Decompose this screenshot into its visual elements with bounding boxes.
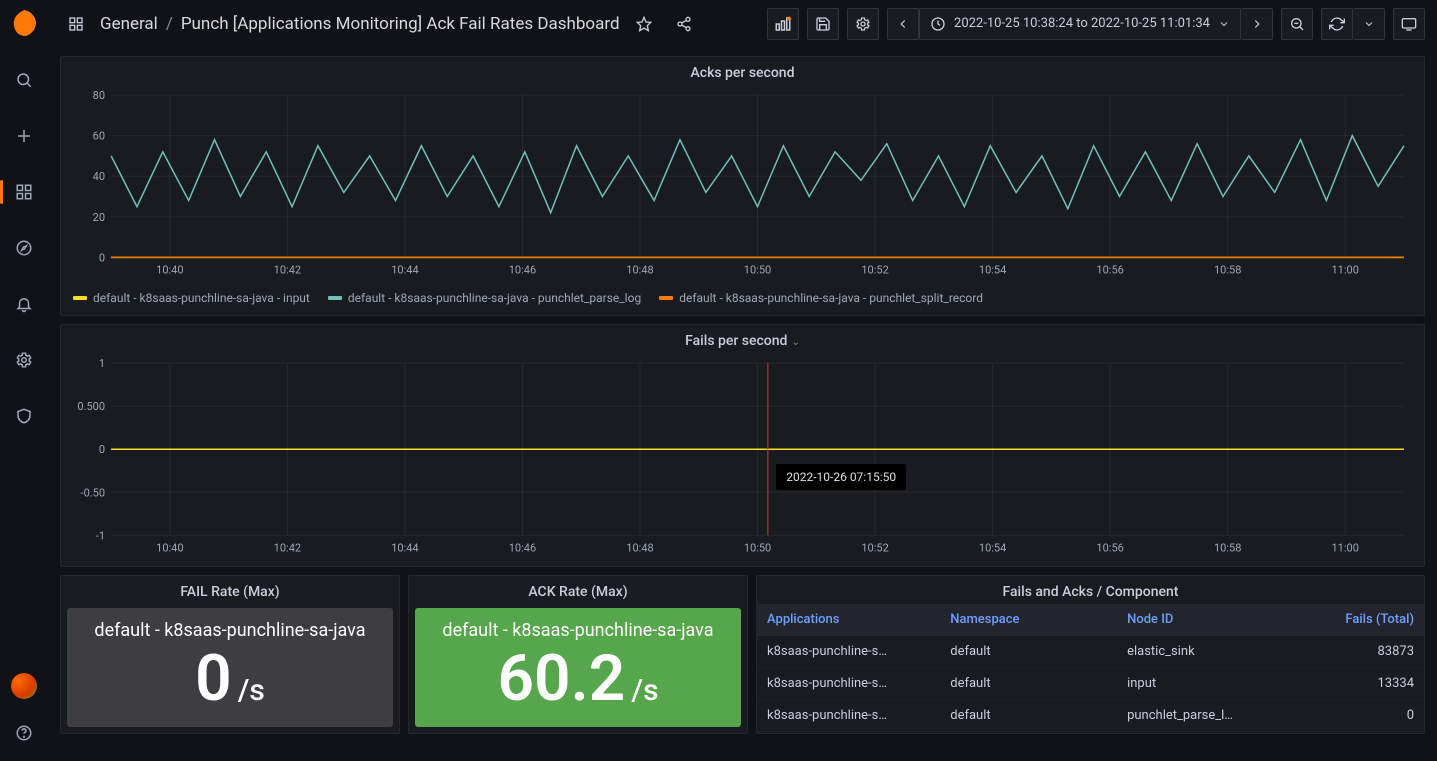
svg-text:1: 1 [99, 357, 105, 370]
panel-title[interactable]: FAIL Rate (Max) [61, 576, 399, 608]
breadcrumb-sep: / [166, 14, 173, 34]
legend-item[interactable]: default - k8saas-punchline-sa-java - pun… [659, 291, 983, 305]
refresh-interval-button[interactable] [1353, 8, 1385, 40]
svg-text:-1: -1 [96, 530, 105, 543]
time-range-picker[interactable]: 2022-10-25 10:38:24 to 2022-10-25 11:01:… [919, 8, 1241, 40]
search-icon[interactable] [8, 64, 40, 96]
legend-acks: default - k8saas-punchline-sa-java - inp… [61, 287, 1424, 315]
stat-value: 0 [195, 647, 232, 711]
svg-text:60: 60 [93, 130, 105, 143]
table-header[interactable]: Applications [757, 604, 940, 636]
svg-text:0: 0 [99, 251, 105, 264]
topbar: General / Punch [Applications Monitoring… [48, 0, 1437, 48]
settings-button[interactable] [847, 8, 879, 40]
svg-text:10:56: 10:56 [1096, 542, 1123, 555]
chart-fails[interactable]: -1 -0.50 0 0.500 1 10:40 10:42 10:44 10:46 10:48 1… [71, 357, 1414, 557]
stat-value: 60.2 [497, 647, 625, 711]
panel-ack-rate: ACK Rate (Max) default - k8saas-punchlin… [408, 575, 748, 734]
configuration-icon[interactable] [8, 344, 40, 376]
svg-text:10:54: 10:54 [979, 542, 1006, 555]
table-row[interactable]: k8saas-punchline-s…defaultelastic_sink83… [757, 635, 1424, 667]
svg-text:10:50: 10:50 [744, 542, 771, 555]
zoom-out-button[interactable] [1281, 8, 1313, 40]
svg-text:10:48: 10:48 [626, 542, 653, 555]
panel-title[interactable]: Fails per second⌄ [61, 325, 1424, 353]
add-panel-button[interactable] [767, 8, 799, 40]
svg-text:10:52: 10:52 [861, 542, 888, 555]
chart-acks[interactable]: 0 20 40 60 80 10:40 10:42 10:44 10:46 10:48 10:50 1… [71, 89, 1414, 279]
table-header[interactable]: Node ID [1117, 604, 1248, 636]
save-button[interactable] [807, 8, 839, 40]
svg-text:10:42: 10:42 [274, 263, 301, 276]
star-icon[interactable] [628, 8, 660, 40]
dashboards-icon[interactable] [8, 176, 40, 208]
svg-text:10:42: 10:42 [274, 542, 301, 555]
svg-text:10:46: 10:46 [509, 263, 536, 276]
legend-item[interactable]: default - k8saas-punchline-sa-java - inp… [73, 291, 310, 305]
svg-text:0.500: 0.500 [77, 401, 105, 414]
svg-text:11:00: 11:00 [1331, 542, 1358, 555]
svg-text:10:58: 10:58 [1214, 542, 1241, 555]
svg-text:10:40: 10:40 [156, 263, 183, 276]
table-header[interactable]: Fails (Total) [1248, 604, 1424, 636]
svg-text:10:44: 10:44 [391, 542, 418, 555]
svg-text:40: 40 [93, 170, 105, 183]
svg-text:10:54: 10:54 [979, 263, 1006, 276]
grafana-logo[interactable] [8, 8, 40, 40]
stat-unit: /s [238, 673, 265, 708]
refresh-button[interactable] [1321, 8, 1353, 40]
tv-mode-button[interactable] [1393, 8, 1425, 40]
table-header[interactable]: Namespace [940, 604, 1117, 636]
time-forward-button[interactable] [1241, 8, 1273, 40]
sidebar [0, 0, 48, 761]
panel-title[interactable]: ACK Rate (Max) [409, 576, 747, 608]
table-row[interactable]: k8saas-punchline-s…defaultpunchlet_parse… [757, 699, 1424, 731]
stat-label: default - k8saas-punchline-sa-java [442, 620, 713, 641]
time-range-label: 2022-10-25 10:38:24 to 2022-10-25 11:01:… [954, 16, 1210, 31]
table-row[interactable]: k8saas-punchline-s…defaultinput13334 [757, 667, 1424, 699]
help-icon[interactable] [8, 717, 40, 749]
alerting-icon[interactable] [8, 288, 40, 320]
svg-text:10:52: 10:52 [861, 263, 888, 276]
svg-text:10:44: 10:44 [391, 263, 418, 276]
panel-title[interactable]: Acks per second [61, 57, 1424, 85]
svg-text:10:48: 10:48 [626, 263, 653, 276]
dashboard-grid-icon[interactable] [60, 8, 92, 40]
panel-fail-rate: FAIL Rate (Max) default - k8saas-punchli… [60, 575, 400, 734]
breadcrumb-title[interactable]: Punch [Applications Monitoring] Ack Fail… [181, 14, 620, 34]
explore-icon[interactable] [8, 232, 40, 264]
user-avatar[interactable] [11, 673, 37, 699]
chevron-down-icon: ⌄ [791, 337, 799, 348]
chevron-down-icon [1218, 18, 1230, 30]
stat-unit: /s [631, 673, 658, 708]
legend-item[interactable]: default - k8saas-punchline-sa-java - pun… [328, 291, 641, 305]
share-icon[interactable] [668, 8, 700, 40]
panel-fails-per-second: Fails per second⌄ -1 -0.50 0 0.500 1 10:40 10:… [60, 324, 1425, 566]
svg-text:10:50: 10:50 [744, 263, 771, 276]
svg-text:10:56: 10:56 [1096, 263, 1123, 276]
create-icon[interactable] [8, 120, 40, 152]
svg-text:10:40: 10:40 [156, 542, 183, 555]
stat-card-ack: default - k8saas-punchline-sa-java 60.2 … [415, 608, 741, 727]
stat-card-fail: default - k8saas-punchline-sa-java 0 /s [67, 608, 393, 727]
svg-text:80: 80 [93, 89, 105, 102]
svg-text:20: 20 [93, 211, 105, 224]
panel-acks-per-second: Acks per second 0 20 40 60 80 10:40 10:42 10:44… [60, 56, 1425, 316]
panel-fails-acks-table: Fails and Acks / Component ApplicationsN… [756, 575, 1425, 734]
svg-text:11:00: 11:00 [1331, 263, 1358, 276]
svg-text:-0.50: -0.50 [81, 487, 106, 500]
svg-text:10:58: 10:58 [1214, 263, 1241, 276]
server-admin-icon[interactable] [8, 400, 40, 432]
panel-title[interactable]: Fails and Acks / Component [757, 576, 1424, 604]
time-back-button[interactable] [887, 8, 919, 40]
svg-text:10:46: 10:46 [509, 542, 536, 555]
clock-icon [930, 16, 946, 32]
stat-label: default - k8saas-punchline-sa-java [94, 620, 365, 641]
breadcrumb-folder[interactable]: General [100, 14, 158, 34]
svg-text:0: 0 [99, 444, 105, 457]
